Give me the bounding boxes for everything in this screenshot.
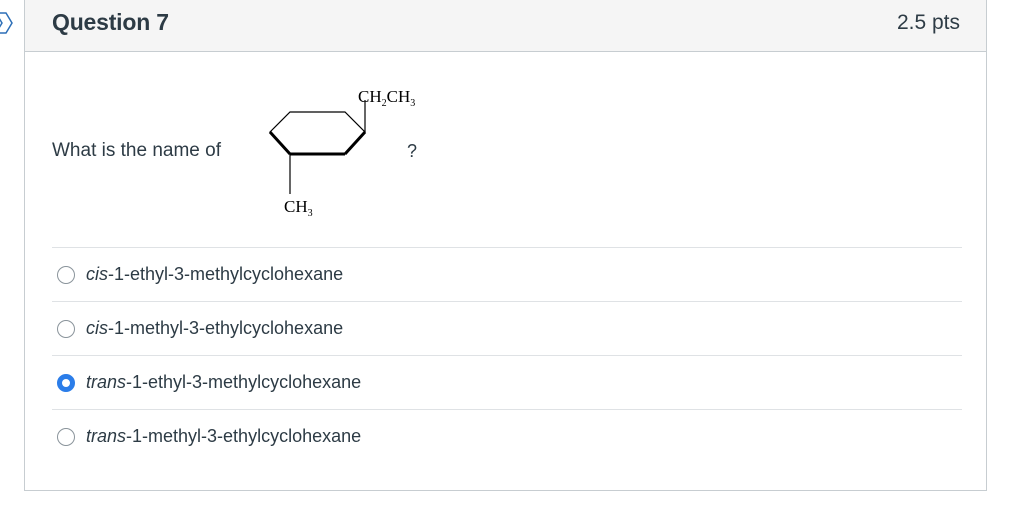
radio-button[interactable] (57, 320, 75, 338)
radio-button[interactable] (57, 266, 75, 284)
answer-option[interactable]: trans-1-ethyl-3-methylcyclohexane (52, 355, 962, 409)
radio-button[interactable] (57, 428, 75, 446)
answer-label[interactable]: trans-1-ethyl-3-methylcyclohexane (86, 372, 361, 393)
answer-label[interactable]: cis-1-ethyl-3-methylcyclohexane (86, 264, 343, 285)
answer-option[interactable]: trans-1-methyl-3-ethylcyclohexane (52, 409, 962, 463)
question-card: Question 7 2.5 pts What is the name of C… (24, 0, 987, 491)
question-body: What is the name of CH2CH3 CH3 ? cis-1-e… (25, 52, 986, 491)
radio-button-selected[interactable] (57, 374, 75, 392)
question-points: 2.5 pts (896, 11, 960, 34)
question-mark: ? (407, 141, 418, 161)
question-prompt: What is the name of (52, 140, 221, 161)
question-header: Question 7 2.5 pts (25, 0, 986, 52)
ethyl-label: CH2CH3 (358, 87, 415, 109)
answer-option[interactable]: cis-1-methyl-3-ethylcyclohexane (52, 301, 962, 355)
answer-list: cis-1-ethyl-3-methylcyclohexane cis-1-me… (52, 247, 962, 463)
answer-label[interactable]: trans-1-methyl-3-ethylcyclohexane (86, 426, 361, 447)
question-flag-icon[interactable] (0, 10, 16, 36)
methyl-label: CH3 (284, 197, 313, 219)
question-title: Question 7 (52, 9, 169, 35)
answer-label[interactable]: cis-1-methyl-3-ethylcyclohexane (86, 318, 343, 339)
answer-option[interactable]: cis-1-ethyl-3-methylcyclohexane (52, 247, 962, 301)
cyclohexane-structure-image: CH2CH3 CH3 (268, 87, 415, 219)
